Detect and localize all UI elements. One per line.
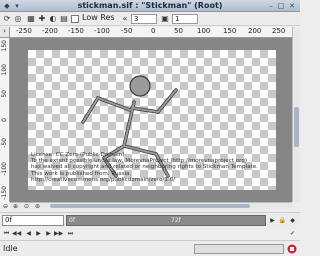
horizontal-ruler: -250 -200 -150 -100 -50 0 50 100 150 200…: [10, 27, 292, 38]
time-cursor-icon[interactable]: ▶: [268, 216, 277, 225]
zoom-100-icon[interactable]: ⊛: [33, 202, 42, 211]
license-line: has waived all copyright and related or …: [31, 164, 258, 171]
h-tick: 100: [197, 27, 211, 35]
v-tick: 0: [1, 118, 8, 122]
vertical-scrollbar[interactable]: [292, 27, 300, 202]
zoom-out-icon[interactable]: ⊖: [1, 202, 10, 211]
v-tick: -100: [1, 162, 8, 176]
h-tick: 200: [248, 27, 262, 35]
h-tick: -250: [16, 27, 32, 35]
v-tick: -50: [1, 138, 8, 148]
progress-bar: [194, 244, 284, 254]
guides-icon[interactable]: ▤: [59, 14, 69, 24]
preview-icon[interactable]: ◎: [13, 14, 23, 24]
title-bar: ◆ ▾ stickman.sif : "Stickman" (Root) – □…: [0, 0, 300, 12]
quality-icon[interactable]: ▣: [160, 14, 170, 24]
timeline-start-label: 0f: [69, 217, 75, 224]
document-canvas[interactable]: License: CC Zero (Public Domain) To the …: [28, 50, 276, 190]
onion-skin-icon[interactable]: ◐: [48, 14, 58, 24]
render-icon[interactable]: ⟳: [2, 14, 12, 24]
h-tick: 250: [272, 27, 286, 35]
vertical-ruler: 150 100 50 0 -50 -100 -150: [0, 38, 10, 202]
v-tick: 150: [1, 40, 8, 52]
h-tick: -200: [42, 27, 58, 35]
h-tick: 150: [223, 27, 237, 35]
play-icon[interactable]: ▶: [34, 229, 43, 238]
canvas-area[interactable]: License: CC Zero (Public Domain) To the …: [10, 38, 292, 202]
lock-icon[interactable]: 🔒: [278, 216, 287, 225]
status-bar: Idle: [0, 240, 300, 256]
canvas-toolbar: ⟳ ◎ ▦ ✚ ◐ ▤ Low Res « 3 ▣ 1: [0, 12, 300, 26]
status-text: Idle: [3, 244, 18, 253]
low-res-label: Low Res: [82, 13, 115, 22]
snap-icon[interactable]: ✚: [37, 14, 47, 24]
playback-controls: ⏮ ◀◀ ◀ ▶ ▶ ▶▶ ⏭ ✔: [0, 228, 300, 240]
h-tick: -150: [68, 27, 84, 35]
stickman-head[interactable]: [129, 75, 151, 97]
vertical-scroll-thumb[interactable]: [294, 107, 299, 147]
license-line: http://creativecommons.org/publicdomain/…: [31, 176, 176, 183]
keyframe-lock-icon[interactable]: ◆: [288, 216, 297, 225]
resolution-spinner[interactable]: 3: [131, 14, 157, 24]
v-tick: 100: [1, 64, 8, 76]
current-frame-field[interactable]: 0f: [2, 215, 64, 226]
h-tick: -100: [94, 27, 110, 35]
seek-next-keyframe-icon[interactable]: ▶▶: [54, 229, 63, 238]
close-button[interactable]: ✕: [288, 2, 296, 10]
seek-end-icon[interactable]: ⏭: [66, 229, 75, 238]
timeline-end-label: 72f: [171, 217, 181, 224]
ruler-corner-menu[interactable]: ›: [0, 27, 10, 38]
minimize-button[interactable]: –: [267, 2, 275, 10]
maximize-button[interactable]: □: [277, 2, 285, 10]
animation-mode-icon[interactable]: ✔: [288, 229, 297, 238]
zoom-in-icon[interactable]: ⊕: [11, 202, 20, 211]
stop-icon[interactable]: [287, 244, 297, 254]
grid-icon[interactable]: ▦: [26, 14, 36, 24]
zoom-controls: ⊖ ⊕ ⊙ ⊛: [0, 202, 300, 212]
h-tick: -50: [121, 27, 133, 35]
v-tick: 50: [1, 90, 8, 98]
v-tick: -150: [1, 186, 8, 200]
h-tick: 50: [174, 27, 183, 35]
seek-begin-icon[interactable]: ⏮: [2, 229, 11, 238]
window-title: stickman.sif : "Stickman" (Root): [77, 1, 223, 10]
seek-prev-keyframe-icon[interactable]: ◀◀: [12, 229, 21, 238]
license-text: License: CC Zero (Public Domain) To the …: [31, 152, 275, 183]
low-res-checkbox[interactable]: [71, 15, 79, 23]
h-tick: 0: [151, 27, 156, 35]
seek-next-frame-icon[interactable]: ▶: [44, 229, 53, 238]
time-bar: 0f 0f 72f ▶ 🔒 ◆: [0, 212, 300, 228]
seek-prev-frame-icon[interactable]: ◀: [24, 229, 33, 238]
timeline-slider[interactable]: 0f 72f: [66, 215, 266, 226]
zoom-fit-icon[interactable]: ⊙: [22, 202, 31, 211]
decrease-res-icon[interactable]: «: [120, 14, 130, 24]
quality-spinner[interactable]: 1: [172, 14, 198, 24]
